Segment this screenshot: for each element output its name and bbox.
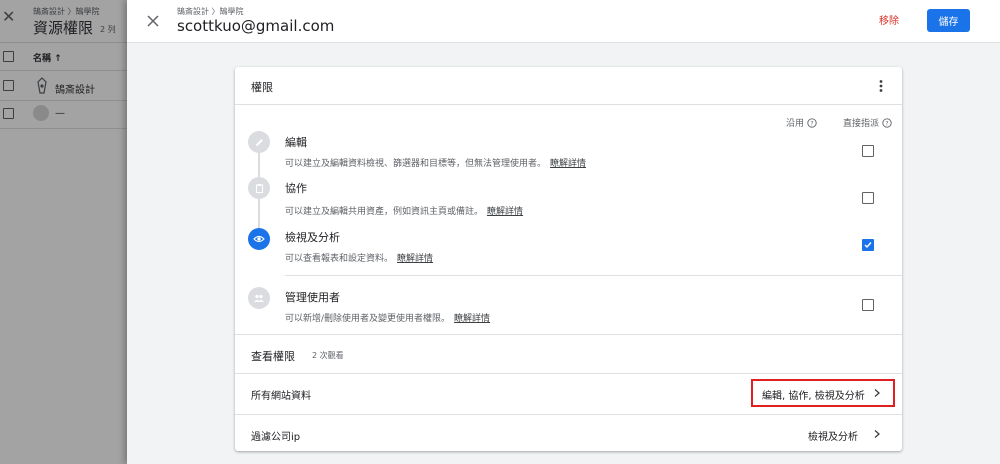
brand-logo-icon <box>37 77 47 94</box>
permissions-title: 權限 <box>251 81 273 94</box>
direct-assign-checkbox-edit[interactable] <box>862 145 874 157</box>
role-title: 協作 <box>285 182 307 195</box>
panel-header: 鵠斎設計 〉鵠學院 scottkuo@gmail.com 移除 儲存 <box>127 0 1000 43</box>
view-name: 過濾公司ip <box>251 432 301 443</box>
role-title: 管理使用者 <box>285 291 340 304</box>
pencil-icon <box>248 131 270 153</box>
role-description-text: 可以建立及編輯資料檢視、篩選器和目標等，但無法管理使用者。 <box>285 159 547 169</box>
chevron-right-icon[interactable] <box>872 388 882 398</box>
learn-more-link[interactable]: 瞭解詳情 <box>397 254 433 264</box>
view-permissions-title: 查看權限 <box>251 350 295 363</box>
view-roles: 編輯, 協作, 檢視及分析 <box>762 391 865 402</box>
step-connector <box>258 198 260 228</box>
view-roles: 檢視及分析 <box>808 432 858 443</box>
divider <box>235 334 902 335</box>
chevron-right-icon[interactable] <box>872 429 882 439</box>
divider <box>235 104 902 105</box>
direct-assign-checkbox-collaborate[interactable] <box>862 192 874 204</box>
background-breadcrumb: 鵠斎設計 〉鵠學院 <box>33 7 100 16</box>
remove-button[interactable]: 移除 <box>879 12 899 27</box>
people-icon <box>248 287 270 309</box>
table-row[interactable]: 過濾公司ip 檢視及分析 <box>235 415 902 455</box>
column-header-name[interactable]: 名稱 ↑ <box>33 51 62 64</box>
role-title: 編輯 <box>285 136 307 149</box>
role-description-text: 可以查看報表和設定資料。 <box>285 254 394 264</box>
column-header-inherited: 沿用 ? <box>786 116 817 129</box>
background-title: 資源權限 <box>33 19 94 37</box>
row-checkbox[interactable] <box>3 80 14 91</box>
close-icon[interactable]: ✕ <box>2 9 16 25</box>
save-button[interactable]: 儲存 <box>927 9 970 32</box>
role-title: 檢視及分析 <box>285 231 340 244</box>
list-item[interactable]: — <box>55 108 65 119</box>
row-checkbox[interactable] <box>3 108 14 119</box>
view-count: 2 次觀看 <box>312 351 344 360</box>
permissions-card: 權限 沿用 ? 直接指派 ? 編輯 可以建立及編輯資料檢視、篩選器和目標等，但無… <box>235 67 902 451</box>
role-description-text: 可以新增/刪除使用者及變更使用者權限。 <box>285 314 451 324</box>
role-description: 可以新增/刪除使用者及變更使用者權限。 瞭解詳情 <box>285 311 490 324</box>
direct-assign-checkbox-read-analyze[interactable] <box>862 239 874 251</box>
user-email-title: scottkuo@gmail.com <box>177 17 335 35</box>
role-description: 可以查看報表和設定資料。 瞭解詳情 <box>285 251 433 264</box>
learn-more-link[interactable]: 瞭解詳情 <box>454 314 490 324</box>
user-permissions-panel: 鵠斎設計 〉鵠學院 scottkuo@gmail.com 移除 儲存 權限 沿用… <box>127 0 1000 464</box>
view-name: 所有網站資料 <box>251 391 311 402</box>
help-icon[interactable]: ? <box>882 117 892 128</box>
clipboard-icon <box>248 177 270 199</box>
background-panel: ✕ 鵠斎設計 〉鵠學院 資源權限 2 列 名稱 ↑ 鵠斎設計 — <box>0 0 127 464</box>
list-item[interactable]: 鵠斎設計 <box>55 81 95 96</box>
divider <box>285 275 902 276</box>
divider <box>0 70 127 71</box>
close-icon[interactable] <box>145 13 161 29</box>
breadcrumb: 鵠斎設計 〉鵠學院 <box>177 7 244 16</box>
svg-text:?: ? <box>885 120 888 127</box>
background-row-count: 2 列 <box>100 25 116 34</box>
avatar <box>33 105 49 121</box>
column-header-inherited-label: 沿用 <box>786 119 805 129</box>
divider <box>0 100 127 101</box>
learn-more-link[interactable]: 瞭解詳情 <box>487 207 523 217</box>
divider <box>0 42 127 43</box>
role-description-text: 可以建立及編輯共用資產，例如資訊主頁或備註。 <box>285 207 484 217</box>
table-row[interactable]: 所有網站資料 編輯, 協作, 檢視及分析 <box>235 374 902 414</box>
direct-assign-checkbox-manage-users[interactable] <box>862 299 874 311</box>
column-header-direct: 直接指派 ? <box>843 116 892 129</box>
more-vert-icon[interactable] <box>874 79 888 93</box>
role-description: 可以建立及編輯資料檢視、篩選器和目標等，但無法管理使用者。 瞭解詳情 <box>285 156 586 169</box>
column-header-direct-label: 直接指派 <box>843 119 880 129</box>
role-description: 可以建立及編輯共用資產，例如資訊主頁或備註。 瞭解詳情 <box>285 204 523 217</box>
learn-more-link[interactable]: 瞭解詳情 <box>550 159 586 169</box>
help-icon[interactable]: ? <box>807 117 817 128</box>
svg-text:?: ? <box>810 120 813 127</box>
eye-icon <box>248 228 270 250</box>
divider <box>0 128 127 129</box>
select-all-checkbox[interactable] <box>3 51 14 62</box>
